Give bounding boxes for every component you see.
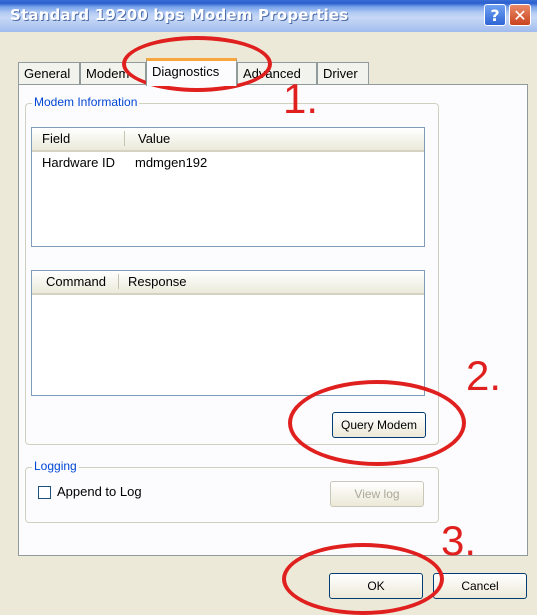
append-to-log-checkbox[interactable] (38, 486, 51, 499)
field-column-header[interactable]: Field (42, 131, 70, 146)
query-modem-button[interactable]: Query Modem (332, 412, 426, 438)
tab-diagnostics[interactable]: Diagnostics (146, 58, 237, 86)
hardware-id-field: Hardware ID (42, 155, 115, 170)
column-divider[interactable] (124, 131, 125, 146)
diagnostics-panel: Modem Information Field Value Hardware I… (18, 84, 528, 556)
annotation-step-3: 3. (441, 517, 477, 564)
modem-info-list[interactable]: Field Value Hardware ID mdmgen192 (31, 127, 425, 247)
help-icon: ? (490, 6, 500, 25)
help-button[interactable]: ? (484, 4, 506, 26)
append-to-log-label[interactable]: Append to Log (57, 484, 142, 499)
annotation-step-2: 2. (466, 352, 502, 399)
command-response-list[interactable]: Command Response (31, 270, 425, 396)
tab-modem[interactable]: Modem (80, 62, 146, 84)
logging-group: Logging Append to Log View log (25, 459, 439, 523)
title-bar: Standard 19200 bps Modem Properties ? ✕ (0, 0, 537, 32)
cancel-button[interactable]: Cancel (433, 573, 527, 599)
response-column-header[interactable]: Response (128, 274, 187, 289)
modem-information-label: Modem Information (32, 95, 140, 109)
command-column-header[interactable]: Command (46, 274, 106, 289)
view-log-button: View log (330, 481, 424, 507)
annotation-step-1: 1. (283, 75, 319, 122)
column-divider[interactable] (118, 274, 119, 289)
ok-button[interactable]: OK (329, 573, 423, 599)
value-column-header[interactable]: Value (138, 131, 170, 146)
logging-label: Logging (32, 459, 79, 473)
tab-driver[interactable]: Driver (317, 62, 369, 84)
modem-information-group: Modem Information Field Value Hardware I… (25, 95, 439, 445)
hardware-id-value: mdmgen192 (135, 155, 208, 170)
command-response-list-header: Command Response (32, 271, 424, 295)
modem-info-list-header: Field Value (32, 128, 424, 152)
close-button[interactable]: ✕ (509, 4, 531, 26)
window-title: Standard 19200 bps Modem Properties (10, 6, 349, 24)
tab-general[interactable]: General (18, 62, 80, 84)
close-icon: ✕ (513, 6, 527, 25)
